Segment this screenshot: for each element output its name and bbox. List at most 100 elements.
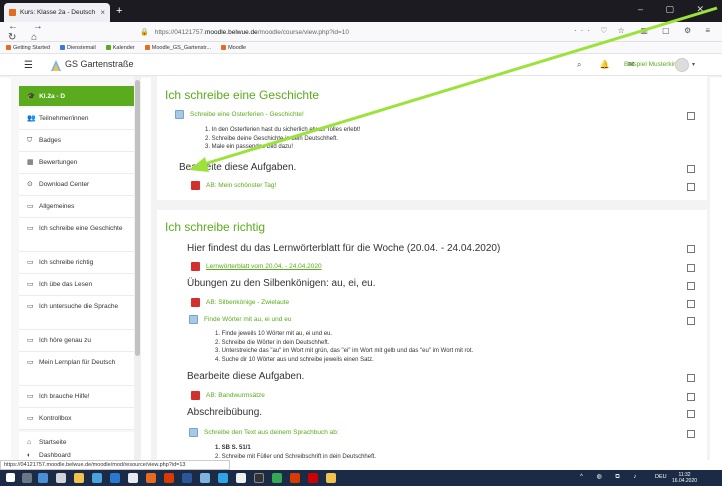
drawer-item-allgemeines[interactable]: ▭ Allgemeines <box>19 196 135 218</box>
drawer-item-course[interactable]: 🎓 Kl.2a - D <box>19 86 135 106</box>
app-icon[interactable] <box>326 473 336 483</box>
chrome-icon[interactable] <box>272 473 282 483</box>
completion-checkbox[interactable] <box>687 183 695 191</box>
users-icon: 👥 <box>27 115 36 122</box>
status-url: https://04121757.moodle.belwue.de/moodle… <box>0 460 230 470</box>
address-bar[interactable]: 🔒 https://04121757. moodle.belwue.de/mood… <box>140 25 610 39</box>
drawer-item-sprache[interactable]: ▭ Ich untersuche die Sprache <box>19 296 135 330</box>
pdf-icon <box>191 181 200 190</box>
acrobat-icon[interactable] <box>308 473 318 483</box>
download-icon: ⊙ <box>27 181 33 188</box>
resource-osterferien[interactable]: Schreibe eine Osterferien - Geschichte! <box>175 110 304 119</box>
bookmark-item[interactable]: Moodle <box>221 45 246 51</box>
drawer-item-lesen[interactable]: ▭ Ich übe das Lesen <box>19 274 135 296</box>
resource-finde-woerter[interactable]: Finde Wörter mit au, ei und eu <box>189 315 291 324</box>
section-geschichte: Ich schreibe eine Geschichte Schreibe ei… <box>157 76 707 200</box>
input-language[interactable]: DEU <box>655 474 667 480</box>
resource-schoenster-tag[interactable]: AB: Mein schönster Tag! <box>191 181 276 190</box>
firefox-icon[interactable] <box>146 473 156 483</box>
chevron-down-icon[interactable]: ▾ <box>692 61 695 68</box>
resource-sprachbuch[interactable]: Schreibe den Text aus deinem Sprachbuch … <box>189 428 339 437</box>
app-icon[interactable] <box>128 473 138 483</box>
window-controls[interactable]: – ▢ ✕ <box>638 4 714 15</box>
system-tray-icons[interactable]: ^ ◍ ⧉ ♪ <box>580 473 642 481</box>
bookmarks-bar: Getting Started Dienstemail Kalender Moo… <box>0 42 722 54</box>
site-name[interactable]: GS Gartenstraße <box>65 59 134 69</box>
bookmark-icon <box>6 45 11 50</box>
mail-icon[interactable] <box>110 473 120 483</box>
completion-checkbox[interactable] <box>687 317 695 325</box>
instructions-list: 1. Finde jeweils 10 Wörter mit au, ei un… <box>215 331 474 363</box>
avatar[interactable] <box>675 58 689 72</box>
store-icon[interactable] <box>92 473 102 483</box>
moodle-favicon-icon <box>9 9 16 16</box>
resource-zwielaute[interactable]: AB: Silbenkönige - Zwielaute <box>191 298 289 307</box>
scrollbar-thumb[interactable] <box>135 80 140 356</box>
drawer-item-geschichte[interactable]: ▭ Ich schreibe eine Geschichte <box>19 218 135 252</box>
instructions-list: 1. In den Osterferien hast du sicherlich… <box>205 127 361 150</box>
browser-menu-icons[interactable]: ▥ ▢ ⚙ ≡ <box>640 26 716 35</box>
section-title[interactable]: Ich schreibe richtig <box>165 220 265 234</box>
search-icon[interactable] <box>22 473 32 483</box>
word-icon[interactable] <box>182 473 192 483</box>
resource-bandwurmsaetze[interactable]: AB: Bandwurmsätze <box>191 391 265 400</box>
drawer-item-hilfe[interactable]: ▭ Ich brauche Hilfe! <box>19 386 135 408</box>
user-name[interactable]: Beispiel Musterkind <box>624 61 680 68</box>
page-actions-icon[interactable]: ··· ♡ ☆ <box>574 26 629 35</box>
section-title[interactable]: Ich schreibe eine Geschichte <box>165 88 319 102</box>
drawer-item-badges[interactable]: ⛉ Badges <box>19 130 135 152</box>
windows-start-icon[interactable] <box>6 473 15 482</box>
completion-checkbox[interactable] <box>687 430 695 438</box>
clock[interactable]: 11:32 16.04.2020 <box>672 472 697 484</box>
drawer-scrollbar[interactable] <box>134 76 141 460</box>
completion-checkbox[interactable] <box>687 245 695 253</box>
completion-checkbox[interactable] <box>687 410 695 418</box>
close-tab-icon[interactable]: × <box>100 8 105 17</box>
drawer-item-hoere[interactable]: ▭ Ich höre genau zu <box>19 330 135 352</box>
app-icon[interactable] <box>236 473 246 483</box>
url-path: /moodle/course/view.php?id=10 <box>257 28 349 36</box>
task-view-icon[interactable] <box>38 473 48 483</box>
bookmark-item[interactable]: Dienstemail <box>60 45 96 51</box>
document-icon <box>175 110 184 119</box>
hamburger-menu-icon[interactable]: ☰ <box>24 60 33 71</box>
drawer-item-teilnehmer[interactable]: 👥 Teilnehmer/innen <box>19 108 135 130</box>
completion-checkbox[interactable] <box>687 165 695 173</box>
folder-icon: ▭ <box>27 393 34 400</box>
edge-icon[interactable] <box>56 473 66 483</box>
drawer-item-lernplan[interactable]: ▭ Mein Lernplan für Deutsch <box>19 352 135 386</box>
completion-checkbox[interactable] <box>687 112 695 120</box>
app-icon[interactable] <box>218 473 228 483</box>
browser-tab[interactable]: Kurs: Klasse 2a - Deutsch × <box>4 3 110 22</box>
drawer-item-bewertungen[interactable]: ▦ Bewertungen <box>19 152 135 174</box>
bookmark-item[interactable]: Getting Started <box>6 45 50 51</box>
completion-checkbox[interactable] <box>687 374 695 382</box>
bookmark-icon <box>221 45 227 50</box>
app-icon[interactable] <box>254 473 264 483</box>
powerpoint-icon[interactable] <box>164 473 174 483</box>
new-tab-icon[interactable]: + <box>116 5 122 17</box>
school-logo-icon <box>51 60 61 71</box>
tab-title: Kurs: Klasse 2a - Deutsch <box>20 9 96 16</box>
url-domain: moodle.belwue.de <box>204 28 258 36</box>
drawer-item-download[interactable]: ⊙ Download Center <box>19 174 135 196</box>
app-icon[interactable] <box>290 473 300 483</box>
folder-icon: ▭ <box>27 225 34 232</box>
moodle-header: ☰ GS Gartenstraße ⌕ 🔔 ✉ Beispiel Musterk… <box>0 54 722 76</box>
app-icon[interactable] <box>200 473 210 483</box>
nav-buttons[interactable]: ← → ↻ ⌂ <box>0 21 70 43</box>
folder-icon: ▭ <box>27 281 34 288</box>
completion-checkbox[interactable] <box>687 264 695 272</box>
bookmark-item[interactable]: Kalender <box>105 45 135 51</box>
explorer-icon[interactable] <box>74 473 84 483</box>
label-silbenkoenige: Übungen zu den Silbenkönigen: au, ei, eu… <box>187 278 376 289</box>
completion-checkbox[interactable] <box>687 300 695 308</box>
completion-checkbox[interactable] <box>687 393 695 401</box>
drawer-item-richtig[interactable]: ▭ Ich schreibe richtig <box>19 252 135 274</box>
bookmark-item[interactable]: Moodle_GS_Gartenstr... <box>144 45 211 51</box>
home-icon: ⌂ <box>27 439 32 446</box>
folder-icon: ▭ <box>27 203 34 210</box>
completion-checkbox[interactable] <box>687 282 695 290</box>
drawer-item-kontrollbox[interactable]: ▭ Kontrollbox <box>19 408 135 430</box>
resource-lernwoerterblatt[interactable]: Lernwörterblatt vom 20.04. - 24.04.2020 <box>191 262 322 271</box>
